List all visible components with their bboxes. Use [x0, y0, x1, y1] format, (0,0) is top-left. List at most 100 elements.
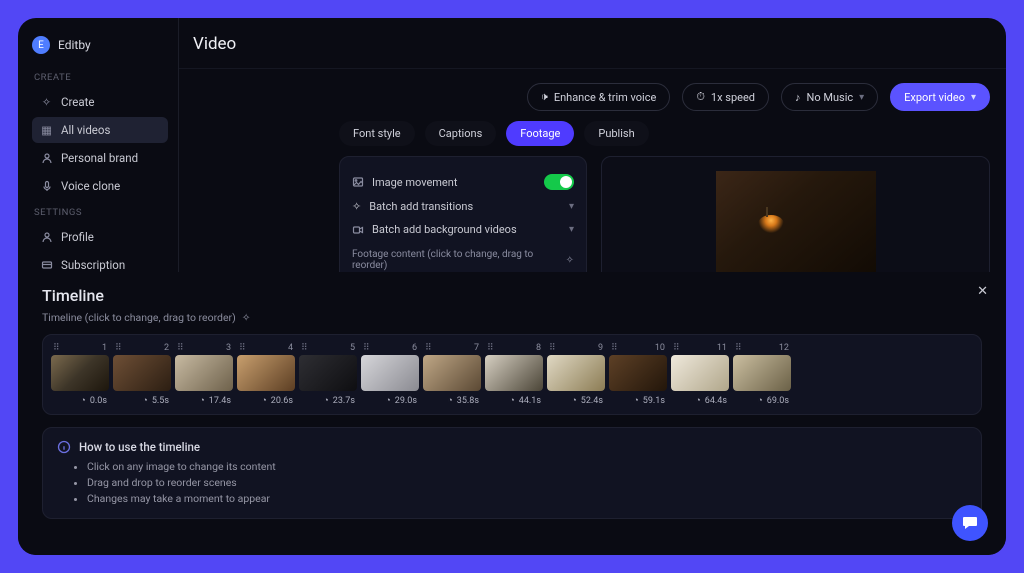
- batch-bg-label: Batch add background videos: [372, 223, 517, 236]
- sidebar-item-label: All videos: [61, 123, 110, 137]
- clip-thumbnail: [733, 355, 791, 391]
- clock-icon: ◔: [80, 395, 85, 406]
- sidebar-item-label: Profile: [61, 230, 94, 244]
- music-select[interactable]: ♪ No Music ▾: [781, 83, 878, 111]
- clip-index: 11: [717, 343, 727, 353]
- clip-thumbnail: [237, 355, 295, 391]
- sidebar-item-label: Subscription: [61, 258, 125, 272]
- clock-icon: ◔: [757, 395, 762, 406]
- clock-icon: ◔: [571, 395, 576, 406]
- clip-thumbnail: [299, 355, 357, 391]
- user-icon: [40, 231, 53, 244]
- clip-index: 7: [474, 343, 479, 353]
- clip-duration: 44.1s: [519, 396, 541, 406]
- footage-hint-text: Footage content (click to change, drag t…: [352, 249, 560, 271]
- chat-fab[interactable]: [952, 505, 988, 541]
- image-movement-row: Image movement: [352, 169, 574, 195]
- timeline-clip[interactable]: ⠿11◔64.4s: [671, 343, 729, 406]
- clock-icon: ◔: [695, 395, 700, 406]
- clip-index: 10: [655, 343, 665, 353]
- clip-index: 5: [350, 343, 355, 353]
- grid-icon: ▦: [40, 124, 53, 137]
- speaker-icon: 🕩: [541, 90, 548, 104]
- enhance-voice-button[interactable]: 🕩 Enhance & trim voice: [527, 83, 670, 111]
- timeline-clip[interactable]: ⠿7◔35.8s: [423, 343, 481, 406]
- sidebar-item-voice-clone[interactable]: Voice clone: [32, 173, 168, 199]
- chevron-down-icon: ▾: [569, 224, 574, 235]
- clip-index: 9: [598, 343, 603, 353]
- clip-duration: 35.8s: [457, 396, 479, 406]
- preview-image: [716, 171, 876, 273]
- timeline-clip[interactable]: ⠿9◔52.4s: [547, 343, 605, 406]
- clock-icon: ◔: [199, 395, 204, 406]
- clock-icon: ◔: [385, 395, 390, 406]
- grip-icon: ⠿: [611, 344, 618, 353]
- timeline-clip[interactable]: ⠿12◔69.0s: [733, 343, 791, 406]
- brand: E Editby: [32, 36, 168, 54]
- grip-icon: ⠿: [549, 344, 556, 353]
- tab-publish[interactable]: Publish: [584, 121, 648, 146]
- image-movement-toggle[interactable]: [544, 174, 574, 190]
- help-item: Drag and drop to reorder scenes: [87, 476, 967, 489]
- section-settings-label: SETTINGS: [34, 207, 168, 218]
- wand-icon: ✧: [352, 200, 361, 213]
- timeline-clip[interactable]: ⠿2◔5.5s: [113, 343, 171, 406]
- export-video-button[interactable]: Export video ▾: [890, 83, 990, 111]
- card-icon: [40, 259, 53, 272]
- clip-thumbnail: [361, 355, 419, 391]
- chevron-down-icon: ▾: [971, 92, 976, 103]
- timeline-clip[interactable]: ⠿3◔17.4s: [175, 343, 233, 406]
- grip-icon: ⠿: [363, 344, 370, 353]
- clip-index: 4: [288, 343, 293, 353]
- help-box: How to use the timeline Click on any ima…: [42, 427, 982, 519]
- video-icon: [352, 224, 364, 236]
- tab-captions[interactable]: Captions: [425, 121, 497, 146]
- timeline-clip[interactable]: ⠿5◔23.7s: [299, 343, 357, 406]
- clip-duration: 20.6s: [271, 396, 293, 406]
- help-item: Changes may take a moment to appear: [87, 492, 967, 505]
- clip-thumbnail: [547, 355, 605, 391]
- tab-font-style[interactable]: Font style: [339, 121, 415, 146]
- clip-index: 8: [536, 343, 541, 353]
- sidebar-item-label: Voice clone: [61, 179, 120, 193]
- clip-thumbnail: [671, 355, 729, 391]
- timeline-clip[interactable]: ⠿6◔29.0s: [361, 343, 419, 406]
- sparkle-icon: ✧: [40, 96, 53, 109]
- sidebar-item-label: Personal brand: [61, 151, 138, 165]
- timeline-hint-text: Timeline (click to change, drag to reord…: [42, 311, 236, 324]
- batch-bg-row[interactable]: Batch add background videos ▾: [352, 218, 574, 241]
- sparkle-icon: ✧: [242, 311, 251, 324]
- timeline-clip[interactable]: ⠿8◔44.1s: [485, 343, 543, 406]
- brand-avatar: E: [32, 36, 50, 54]
- timeline-clip[interactable]: ⠿10◔59.1s: [609, 343, 667, 406]
- clip-index: 6: [412, 343, 417, 353]
- batch-transitions-row[interactable]: ✧ Batch add transitions ▾: [352, 195, 574, 218]
- clip-duration: 17.4s: [209, 396, 231, 406]
- clip-duration: 69.0s: [767, 396, 789, 406]
- timeline-clips: ⠿1◔0.0s⠿2◔5.5s⠿3◔17.4s⠿4◔20.6s⠿5◔23.7s⠿6…: [42, 334, 982, 415]
- tab-footage[interactable]: Footage: [506, 121, 574, 146]
- grip-icon: ⠿: [301, 344, 308, 353]
- clip-thumbnail: [423, 355, 481, 391]
- grip-icon: ⠿: [53, 344, 60, 353]
- section-create-label: CREATE: [34, 72, 168, 83]
- help-title-row: How to use the timeline: [57, 440, 967, 454]
- speed-button[interactable]: ⏱ 1x speed: [682, 83, 769, 111]
- topbar: 🕩 Enhance & trim voice ⏱ 1x speed ♪ No M…: [179, 69, 1006, 121]
- close-icon[interactable]: ✕: [977, 284, 988, 299]
- clock-icon: ◔: [633, 395, 638, 406]
- music-icon: ♪: [795, 91, 801, 104]
- clip-duration: 23.7s: [333, 396, 355, 406]
- sidebar-item-personal-brand[interactable]: Personal brand: [32, 145, 168, 171]
- timeline-clip[interactable]: ⠿1◔0.0s: [51, 343, 109, 406]
- help-list: Click on any image to change its content…: [57, 460, 967, 505]
- sidebar-item-create[interactable]: ✧ Create: [32, 89, 168, 115]
- grip-icon: ⠿: [425, 344, 432, 353]
- sidebar-item-all-videos[interactable]: ▦ All videos: [32, 117, 168, 143]
- timeline-clip[interactable]: ⠿4◔20.6s: [237, 343, 295, 406]
- timeline-hint: Timeline (click to change, drag to reord…: [42, 311, 982, 324]
- clip-duration: 5.5s: [152, 396, 169, 406]
- help-item: Click on any image to change its content: [87, 460, 967, 473]
- brand-name: Editby: [58, 38, 91, 52]
- sidebar-item-profile[interactable]: Profile: [32, 224, 168, 250]
